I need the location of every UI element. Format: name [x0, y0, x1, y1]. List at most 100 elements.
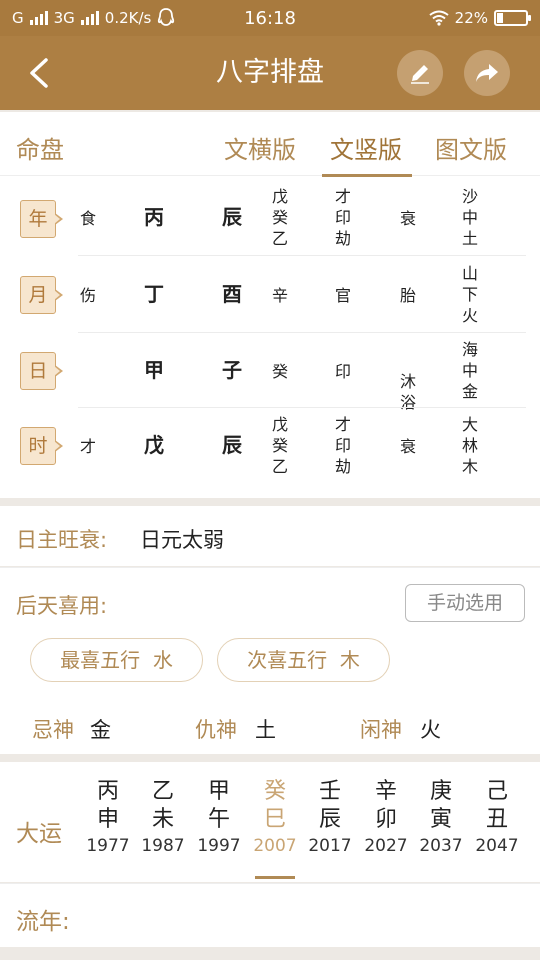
fushen-char: 印 [334, 436, 351, 455]
jishen-value: 金 [90, 718, 111, 742]
nayin-char: 下 [461, 285, 478, 304]
fushen-char: 劫 [334, 229, 351, 248]
dayun-gan: 己 [485, 779, 508, 804]
dayun-item[interactable]: 己 丑 2047 [469, 778, 525, 858]
pillar-canggan: 辛 [271, 286, 288, 305]
dayun-zhi: 丑 [485, 807, 508, 832]
cixi-pill[interactable]: 次喜五行 木 [217, 638, 390, 682]
dayun-gan: 壬 [318, 779, 341, 804]
battery-icon [494, 10, 531, 26]
xiyong-card: 后天喜用: 手动选用 最喜五行 水 次喜五行 木 忌神 金 仇神 土 闲神 火 [0, 567, 540, 754]
xiyong-label: 后天喜用: [16, 594, 108, 618]
dayun-item[interactable]: 乙 未 1987 [135, 778, 191, 858]
tab-active-indicator [322, 174, 412, 177]
dayun-zhi: 寅 [429, 807, 452, 832]
manual-select-button[interactable]: 手动选用 [405, 584, 525, 622]
pillar-zhi: 酉 [222, 282, 242, 306]
nayin-char: 火 [461, 306, 478, 325]
tab-tuwen[interactable]: 图文版 [435, 130, 507, 165]
nayin-char: 大 [461, 415, 478, 434]
pillar-fushen: 印 [334, 362, 351, 381]
pillar-shishen: 伤 [79, 286, 96, 305]
row-divider [78, 407, 526, 408]
fushen-char: 才 [334, 415, 351, 434]
dayun-gan: 庚 [429, 779, 452, 804]
page-title: 八字排盘 [216, 57, 324, 88]
nayin-char: 山 [461, 264, 478, 283]
tab-heng[interactable]: 文横版 [224, 130, 296, 165]
dayun-item[interactable]: 丙 申 1977 [80, 778, 136, 858]
dayun-active-indicator [255, 876, 295, 879]
pillar-row-day: 日 甲 子 癸 印 沐 浴 海 中 金 [0, 334, 540, 412]
xianshen-value: 火 [420, 718, 441, 742]
pencil-icon [411, 65, 429, 84]
dayun-zhi: 未 [151, 807, 174, 832]
pillar-nayin: 沙 中 土 [458, 186, 482, 249]
dayun-item[interactable]: 庚 寅 2037 [413, 778, 469, 858]
nayin-char: 金 [461, 382, 478, 401]
dayun-gan: 乙 [151, 779, 174, 804]
pillar-canggan: 戊 癸 乙 [268, 186, 292, 249]
pillar-label-year: 年 [20, 200, 63, 238]
section-label-mingpan: 命盘 [16, 136, 64, 164]
dayun-zhi: 辰 [318, 807, 341, 832]
fushen-char: 劫 [334, 457, 351, 476]
jishen-label: 忌神 [32, 718, 74, 742]
canggan-char: 癸 [271, 208, 288, 227]
status-right: 22% [429, 9, 531, 27]
dayun-item[interactable]: 甲 午 1997 [191, 778, 247, 858]
dayun-item[interactable]: 壬 辰 2017 [302, 778, 358, 858]
zuixi-label: 最喜五行 [60, 648, 141, 672]
pillar-canggan: 癸 [271, 362, 288, 381]
status-bar: G 3G 0.2K/s 16:18 22% [0, 0, 540, 36]
dayun-label: 大运 [16, 821, 62, 847]
pillar-row-hour: 时 才 戊 辰 戊 癸 乙 才 印 劫 衰 大 林 木 [0, 409, 540, 489]
qq-icon [158, 8, 175, 26]
dayun-year: 2047 [475, 836, 519, 856]
dayun-gan: 丙 [96, 779, 119, 804]
dayun-year: 1997 [197, 836, 241, 856]
wangshuai-value: 日元太弱 [140, 528, 224, 552]
pillar-label-month: 月 [20, 276, 63, 314]
zuixi-pill[interactable]: 最喜五行 水 [30, 638, 203, 682]
canggan-char: 戊 [271, 187, 288, 206]
row-divider [78, 332, 526, 333]
pillar-fushen: 官 [334, 286, 351, 305]
edit-button[interactable] [397, 50, 443, 96]
wangshuai-card: 日主旺衰: 日元太弱 [0, 506, 540, 566]
nayin-char: 中 [461, 361, 478, 380]
cixi-value: 木 [339, 648, 360, 672]
dayun-item[interactable]: 辛 卯 2027 [358, 778, 414, 858]
dayun-gan: 辛 [374, 779, 397, 804]
pillar-gan: 丙 [144, 205, 164, 229]
cixi-label: 次喜五行 [247, 648, 328, 672]
status-left: G 3G 0.2K/s [12, 8, 175, 28]
pillar-nayin: 海 中 金 [458, 339, 482, 402]
nayin-char: 海 [461, 340, 478, 359]
xianshen-label: 闲神 [360, 718, 402, 742]
pillar-changsheng: 衰 [399, 437, 416, 456]
dayun-zhi: 巳 [263, 807, 286, 832]
dayun-year: 1987 [141, 836, 185, 856]
tab-row: 命盘 文横版 文竖版 图文版 [0, 112, 540, 177]
nav-bar: 八字排盘 [0, 36, 540, 110]
share-arrow-icon [476, 64, 498, 82]
pillar-gan: 丁 [144, 282, 164, 306]
row-divider [78, 255, 526, 256]
nayin-char: 中 [461, 208, 478, 227]
pillar-changsheng: 衰 [399, 209, 416, 228]
wangshuai-label: 日主旺衰: [16, 528, 108, 552]
battery-fill [497, 13, 503, 23]
dayun-item-active[interactable]: 癸 巳 2007 [247, 778, 303, 858]
dayun-year: 2017 [308, 836, 352, 856]
pillar-fushen: 才 印 劫 [331, 414, 355, 477]
pillar-canggan: 戊 癸 乙 [268, 414, 292, 477]
share-button[interactable] [464, 50, 510, 96]
pillar-shishen: 食 [79, 209, 96, 228]
dayun-year: 2007 [253, 836, 297, 856]
nayin-char: 林 [461, 436, 478, 455]
zuixi-value: 水 [152, 648, 173, 672]
signal-3g-icon [80, 11, 99, 25]
dayun-gan: 癸 [263, 779, 286, 804]
tab-shu[interactable]: 文竖版 [330, 130, 402, 165]
